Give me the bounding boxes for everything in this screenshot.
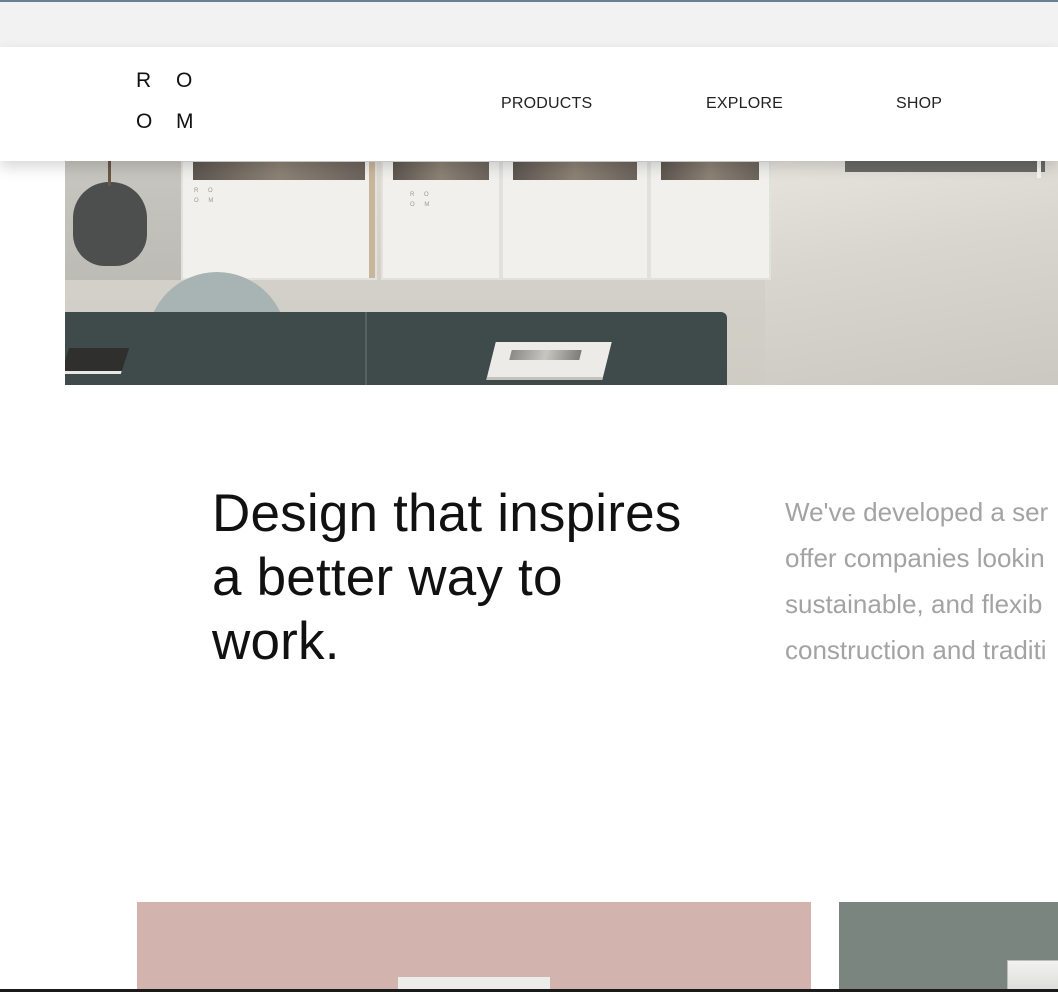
feature-card-pink[interactable] <box>137 902 811 992</box>
hero-table-seam <box>365 312 367 385</box>
hero-cabinet-edge <box>369 162 375 278</box>
page: R O O M R O O M R O O M PRODUCTS EXPLORE… <box>0 0 1058 992</box>
intro-line: construction and traditi <box>785 635 1047 665</box>
hero-cabinet-glass <box>193 162 365 180</box>
hero-plant-stem <box>108 160 111 186</box>
card-image-grey <box>1007 960 1058 992</box>
nav-link-shop[interactable]: SHOP <box>896 95 942 113</box>
site-header: R O O M PRODUCTS EXPLORE SHOP <box>0 47 1058 161</box>
logo-letter: M <box>176 110 194 133</box>
browser-toolbar-strip <box>0 2 1058 47</box>
hero-pillar <box>1037 160 1041 178</box>
intro-line: We've developed a ser <box>785 497 1049 527</box>
nav-link-products[interactable]: PRODUCTS <box>501 95 592 113</box>
hero-photo: R O O M R O O M <box>65 160 1058 385</box>
hero-notebook <box>65 348 130 374</box>
nav-link-explore[interactable]: EXPLORE <box>706 95 783 113</box>
intro-headline: Design that inspires a better way to wor… <box>212 484 682 671</box>
hero-cabinet <box>181 160 377 280</box>
hero-cabinet-logo-mark: R O O M <box>194 188 218 204</box>
hero-cabinet-logo-mark: R O O M <box>410 192 434 208</box>
hero-book-stack <box>486 342 612 380</box>
hero-cabinet <box>381 160 501 280</box>
feature-card-grey[interactable] <box>839 902 1058 992</box>
hero-plant-pot <box>73 182 147 266</box>
intro-line: offer companies lookin <box>785 543 1045 573</box>
hero-cabinet <box>501 160 649 280</box>
main-nav: PRODUCTS EXPLORE SHOP <box>0 95 1058 115</box>
logo-letter: O <box>136 110 153 133</box>
hero-cabinet-glass <box>661 162 759 180</box>
hero-table <box>65 312 727 385</box>
intro-paragraph: We've developed a ser offer companies lo… <box>785 489 1058 673</box>
hero-cabinet-glass <box>393 162 489 180</box>
intro-line: sustainable, and flexib <box>785 589 1043 619</box>
hero-cabinet-glass <box>513 162 637 180</box>
hero-doorway <box>845 160 1045 172</box>
hero-cabinet <box>649 160 771 280</box>
hero-floor <box>765 160 1058 385</box>
